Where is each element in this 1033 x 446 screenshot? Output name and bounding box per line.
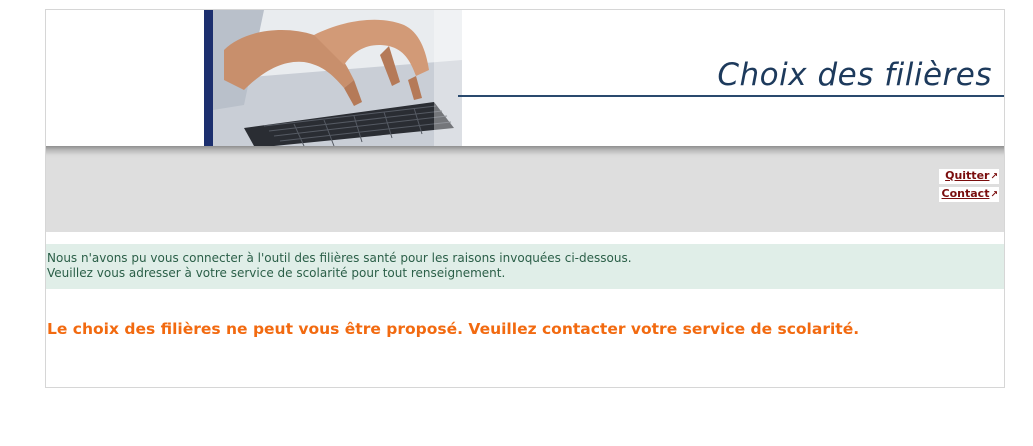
page-container: Choix des filières Quitter↗ Contact↗ Nou… (45, 9, 1005, 388)
header-banner: Choix des filières (46, 10, 1004, 146)
laptop-typing-image (204, 10, 462, 146)
header-divider (458, 95, 1004, 97)
contact-link[interactable]: Contact↗ (938, 187, 999, 202)
external-link-icon: ↗ (990, 172, 998, 182)
nav-links: Quitter↗ Contact↗ (938, 169, 999, 205)
quitter-link-label: Quitter (945, 169, 990, 182)
page-title: Choix des filières (717, 57, 992, 93)
error-message: Le choix des filières ne peut vous être … (47, 320, 860, 338)
info-message-box: Nous n'avons pu vous connecter à l'outil… (46, 244, 1004, 289)
info-message-line-1: Nous n'avons pu vous connecter à l'outil… (47, 251, 632, 265)
external-link-icon: ↗ (990, 190, 998, 200)
info-message-line-2: Veuillez vous adresser à votre service d… (47, 266, 506, 280)
navigation-bar: Quitter↗ Contact↗ (46, 146, 1004, 232)
quitter-link[interactable]: Quitter↗ (938, 169, 999, 184)
contact-link-label: Contact (941, 187, 990, 200)
